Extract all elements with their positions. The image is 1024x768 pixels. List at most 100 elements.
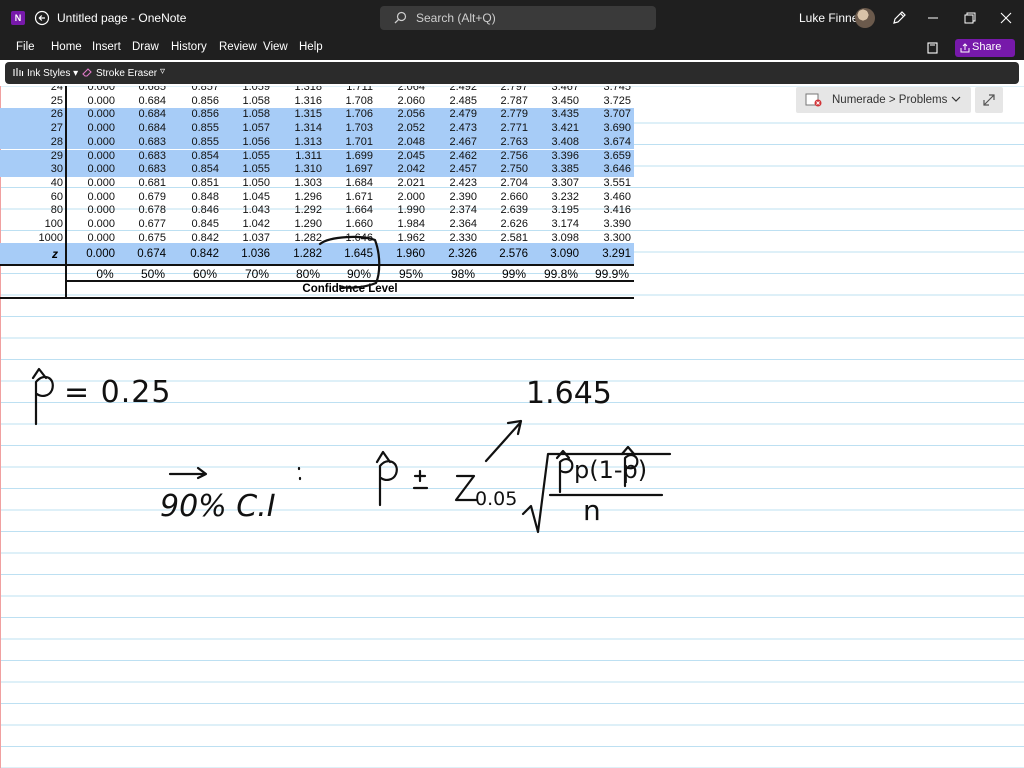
z-value-cell: 3.090: [550, 248, 579, 260]
value-cell: 1.315: [294, 108, 322, 121]
value-cell: 3.450: [551, 94, 579, 107]
value-cell: 2.797: [500, 86, 528, 93]
z-value-cell: 2.326: [448, 248, 477, 260]
ink-p-hat-value: = 0.25: [64, 375, 172, 410]
value-cell: 1.055: [242, 149, 270, 162]
value-cell: 1.699: [345, 149, 373, 162]
value-cell: 3.745: [603, 86, 631, 93]
value-cell: 1.990: [397, 204, 425, 217]
value-cell: 2.660: [500, 190, 528, 203]
ink-p-hat-middle: [375, 450, 398, 507]
z-label: z: [52, 247, 58, 261]
value-cell: 1.701: [345, 135, 373, 148]
tab-help[interactable]: Help: [299, 41, 323, 53]
value-cell: 1.296: [294, 190, 322, 203]
ink-colon: [297, 466, 302, 481]
value-cell: 3.232: [551, 190, 579, 203]
chevron-down-icon: [951, 96, 961, 102]
ink-p-hat-numerator: [555, 449, 574, 494]
value-cell: 2.374: [449, 204, 477, 217]
stroke-eraser-label: Stroke Eraser: [96, 68, 158, 79]
close-icon[interactable]: [994, 6, 1018, 30]
value-cell: 1.310: [294, 163, 322, 176]
value-cell: 2.704: [500, 176, 528, 189]
value-cell: 2.771: [500, 122, 528, 135]
share-label: Share: [972, 41, 1002, 53]
value-cell: 0.000: [87, 122, 115, 135]
value-cell: 0.000: [87, 176, 115, 189]
search-box[interactable]: Search (Alt+Q): [380, 6, 656, 30]
confidence-level-row: 0% 50% 60% 70% 80% 90% 95% 98% 99% 99.8% 99.9%: [66, 267, 634, 281]
draw-toolbar: Ink Styles ▾ Stroke Eraser ▿: [5, 62, 1019, 84]
df-cell: 80: [50, 204, 63, 217]
value-cell: 1.292: [294, 204, 322, 217]
value-cell: 2.021: [397, 176, 425, 189]
tab-review[interactable]: Review: [219, 41, 257, 53]
df-cell: 29: [50, 149, 63, 162]
value-cell: 1.050: [242, 176, 270, 189]
value-cell: 0.851: [191, 176, 219, 189]
value-cell: 2.787: [500, 94, 528, 107]
tab-draw[interactable]: Draw: [132, 41, 159, 53]
z-value-cell: 1.645: [344, 248, 373, 260]
page-canvas[interactable]: 24 0.000 0.685 0.857 1.059 1.318 1.711 2.064 2.4…: [0, 86, 1024, 768]
value-cell: 0.856: [191, 94, 219, 107]
ink-styles-button[interactable]: Ink Styles ▾: [12, 66, 78, 79]
value-cell: 1.290: [294, 218, 322, 230]
confidence-level-cell: 99%: [501, 267, 527, 281]
confidence-level-cell: 0%: [96, 267, 114, 281]
value-cell: 1.313: [294, 135, 322, 148]
df-cell: 26: [50, 108, 63, 121]
restore-icon[interactable]: [958, 6, 982, 30]
stroke-eraser-button[interactable]: Stroke Eraser: [81, 66, 157, 79]
value-cell: 1.318: [294, 86, 322, 93]
value-cell: 1.984: [397, 218, 425, 230]
confidence-level-cell: 95%: [398, 267, 424, 281]
onenote-app-icon: N: [11, 11, 25, 25]
value-cell: 0.857: [191, 86, 219, 93]
back-arrow-icon[interactable]: [34, 10, 50, 26]
notebook-breadcrumb[interactable]: Numerade > Problems: [796, 87, 971, 113]
value-cell: 2.462: [449, 149, 477, 162]
tab-history[interactable]: History: [171, 41, 207, 53]
value-cell: 2.390: [449, 190, 477, 203]
value-cell: 3.408: [551, 135, 579, 148]
tab-view[interactable]: View: [263, 41, 288, 53]
value-cell: 0.854: [191, 163, 219, 176]
account-avatar[interactable]: [855, 8, 875, 28]
value-cell: 2.056: [397, 108, 425, 121]
z-value-cell: 2.576: [499, 248, 528, 260]
share-button[interactable]: Share: [955, 39, 1015, 57]
ink-z-subscript: 0.05: [475, 488, 518, 510]
breadcrumb-text: Numerade > Problems: [832, 94, 948, 106]
value-cell: 2.626: [500, 218, 528, 230]
value-cell: 2.364: [449, 218, 477, 230]
more-tools-icon[interactable]: ▿: [160, 66, 165, 77]
z-value-cell: 0.842: [190, 248, 219, 260]
window-title: Untitled page - OneNote: [57, 11, 187, 25]
value-cell: 1.303: [294, 176, 322, 189]
value-cell: 0.856: [191, 108, 219, 121]
value-cell: 3.195: [551, 204, 579, 217]
table-rule: [65, 86, 67, 298]
expand-button[interactable]: [975, 87, 1003, 113]
value-cell: 0.684: [138, 108, 166, 121]
value-cell: 1.697: [345, 163, 373, 176]
value-cell: 0.678: [138, 204, 166, 217]
tab-home[interactable]: Home: [51, 41, 82, 53]
value-cell: 1.708: [345, 94, 373, 107]
df-cell: 24: [50, 86, 63, 93]
tab-file[interactable]: File: [16, 41, 35, 53]
table-row: 25 0.000 0.684 0.856 1.058 1.316 1.708 2.060 2.4…: [0, 95, 634, 109]
tab-insert[interactable]: Insert: [92, 41, 121, 53]
value-cell: 0.683: [138, 163, 166, 176]
confidence-level-cell: 50%: [140, 267, 166, 281]
notebook-icon[interactable]: [926, 41, 940, 55]
value-cell: 0.000: [87, 190, 115, 203]
confidence-level-cell: 99.8%: [543, 267, 579, 281]
z-value-cell: 3.291: [602, 248, 631, 260]
pen-icon[interactable]: [891, 10, 907, 26]
value-cell: 2.064: [397, 86, 425, 93]
minimize-icon[interactable]: [921, 6, 945, 30]
value-cell: 2.473: [449, 122, 477, 135]
